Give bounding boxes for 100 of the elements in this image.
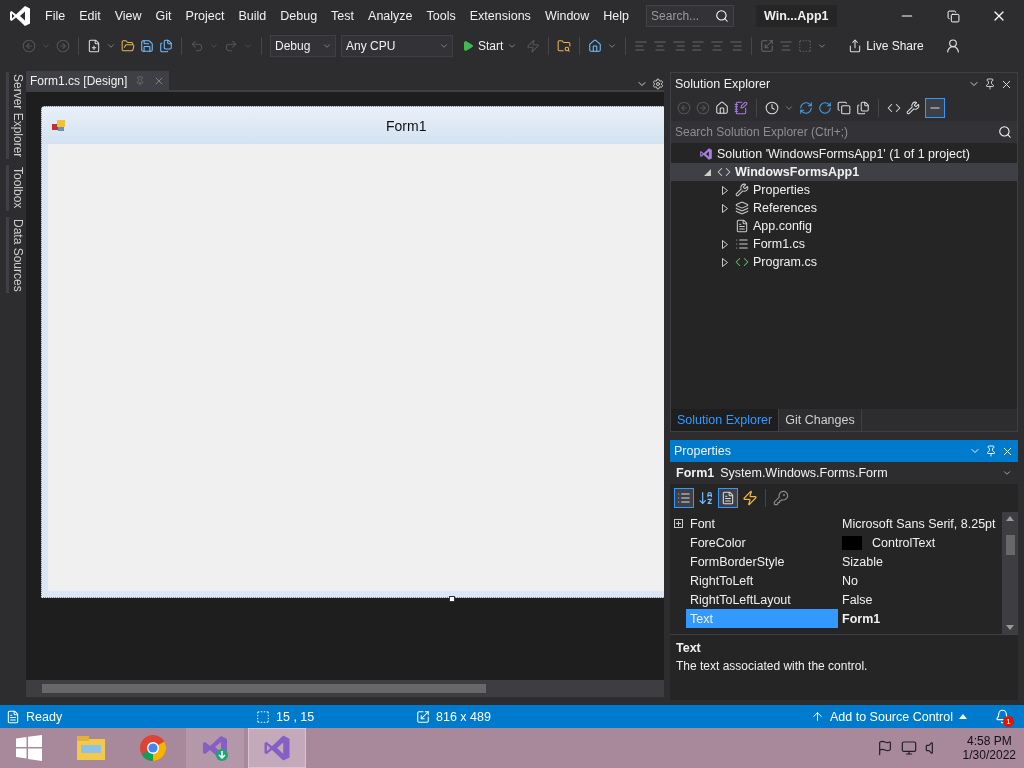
feedback-icon[interactable] <box>944 38 961 54</box>
clock-time[interactable]: 4:58 PM <box>966 734 1012 748</box>
refresh-icon[interactable] <box>818 101 832 115</box>
menu-item[interactable]: View <box>107 4 149 28</box>
menu-item[interactable]: Window <box>537 4 597 28</box>
menu-item[interactable]: File <box>38 4 73 28</box>
source-control-button[interactable]: Add to Source Control <box>811 709 967 724</box>
tree-item[interactable]: References <box>671 199 1017 217</box>
dropdown-icon[interactable] <box>607 41 618 51</box>
scroll-thumb[interactable] <box>1005 535 1015 555</box>
menu-item[interactable]: Git <box>148 4 179 28</box>
live-share-button[interactable]: Live Share <box>844 35 928 57</box>
expand-icon[interactable] <box>673 519 683 528</box>
side-tab[interactable]: Data Sources <box>6 216 26 294</box>
collapse-all-icon[interactable] <box>837 101 851 115</box>
search-icon[interactable] <box>998 125 1012 139</box>
dropdown-icon[interactable] <box>784 103 794 113</box>
search-icon[interactable] <box>715 9 730 23</box>
switch-views-icon[interactable] <box>734 101 748 115</box>
share-icon[interactable] <box>848 39 863 53</box>
wrench-icon <box>735 183 749 197</box>
caret-icon[interactable] <box>959 714 967 719</box>
view-code-icon[interactable] <box>887 101 901 115</box>
caret-icon[interactable] <box>507 41 518 51</box>
horizontal-scrollbar[interactable] <box>26 680 664 697</box>
up-arrow-icon[interactable] <box>811 710 824 723</box>
play-icon[interactable] <box>462 40 474 52</box>
resize-handle[interactable] <box>449 596 455 602</box>
menu-item[interactable]: Edit <box>72 4 108 28</box>
search-field[interactable]: Search... <box>646 5 735 27</box>
property-row[interactable]: RightToLeftLayout False <box>670 590 1002 609</box>
scroll-down-icon[interactable] <box>1006 625 1014 630</box>
save-all-icon[interactable] <box>159 39 173 53</box>
pin-icon[interactable] <box>985 445 997 457</box>
form-icon <box>735 237 749 251</box>
menu-item[interactable]: Analyze <box>361 4 420 28</box>
menu-item[interactable]: Tools <box>419 4 463 28</box>
size-text: 816 x 489 <box>436 709 491 724</box>
tree-item[interactable]: Form1.cs <box>671 235 1017 253</box>
menu-item[interactable]: Debug <box>273 4 325 28</box>
caret-icon[interactable] <box>322 41 332 51</box>
vertical-scrollbar[interactable] <box>1002 512 1018 634</box>
property-row[interactable]: FormBorderStyle Sizable <box>670 552 1002 571</box>
property-row[interactable]: RightToLeft No <box>670 571 1002 590</box>
sync-icon[interactable] <box>799 101 813 115</box>
key-icon[interactable] <box>773 490 789 506</box>
status-icon <box>6 709 20 724</box>
menu-item[interactable]: Project <box>178 4 232 28</box>
property-row[interactable]: ForeColor ControlText <box>670 533 1002 552</box>
panel-tab[interactable]: Solution Explorer <box>671 409 780 431</box>
tree-item[interactable]: Properties <box>671 181 1017 199</box>
restore-icon[interactable] <box>946 9 960 23</box>
properties-icon[interactable] <box>906 101 920 115</box>
tree-item[interactable]: Program.cs <box>671 253 1017 271</box>
notifications-icon[interactable] <box>995 709 1010 724</box>
scroll-thumb[interactable] <box>42 684 486 693</box>
events-icon[interactable] <box>742 490 758 506</box>
dropdown-icon[interactable] <box>817 41 828 51</box>
pin-icon[interactable] <box>984 78 996 90</box>
form-window[interactable]: Form1 <box>41 106 664 598</box>
scroll-up-icon[interactable] <box>1006 516 1014 521</box>
show-all-files-icon[interactable] <box>856 101 870 115</box>
menu-item[interactable]: Test <box>324 4 362 28</box>
home-icon[interactable] <box>715 101 729 115</box>
settings-icon[interactable] <box>652 78 664 90</box>
menu-item[interactable]: Help <box>596 4 637 28</box>
platform-dropdown[interactable]: Any CPU <box>341 35 453 57</box>
open-folder-icon[interactable] <box>121 39 135 53</box>
side-tab[interactable]: Toolbox <box>6 165 26 211</box>
folder-search-icon[interactable] <box>557 39 572 53</box>
menu-item[interactable]: Build <box>231 4 274 28</box>
taskbar-app[interactable] <box>248 728 306 768</box>
caret-icon[interactable] <box>1002 468 1012 478</box>
start-button[interactable]: Start <box>458 35 522 57</box>
new-item-icon[interactable] <box>87 39 101 53</box>
property-row[interactable]: Font Microsoft Sans Serif, 8.25pt <box>670 514 1002 533</box>
caret-icon[interactable] <box>439 41 449 51</box>
save-icon[interactable] <box>140 39 154 53</box>
clock-date[interactable]: 1/30/2022 <box>962 748 1016 762</box>
tree-item[interactable]: App.config <box>671 217 1017 235</box>
window-title: Win...App1 <box>756 5 837 27</box>
network-icon[interactable] <box>900 740 917 756</box>
dropdown-icon[interactable] <box>106 41 116 51</box>
property-row[interactable]: Text Form1 <box>670 609 1002 628</box>
expanded-icon[interactable] <box>703 168 711 176</box>
flag-icon[interactable] <box>876 740 893 756</box>
configuration-dropdown[interactable]: Debug <box>270 35 336 57</box>
tree-item[interactable]: WindowsFormsApp1 <box>671 163 1017 181</box>
pending-changes-icon[interactable] <box>765 101 779 115</box>
object-selector[interactable]: Form1 System.Windows.Forms.Form <box>670 462 1018 484</box>
size-icon[interactable] <box>760 39 775 53</box>
app-logo <box>8 4 32 28</box>
search-field[interactable]: Search Solution Explorer (Ctrl+;) <box>671 121 1017 143</box>
solution-icon <box>699 147 713 161</box>
home-icon[interactable] <box>588 39 603 53</box>
menu-item[interactable]: Extensions <box>462 4 538 28</box>
side-tab[interactable]: Server Explorer <box>6 72 26 160</box>
tree-item[interactable]: Solution 'WindowsFormsApp1' (1 of 1 project) <box>671 145 1017 163</box>
alphabetical-icon[interactable] <box>698 490 714 506</box>
windows-icon <box>16 735 42 761</box>
